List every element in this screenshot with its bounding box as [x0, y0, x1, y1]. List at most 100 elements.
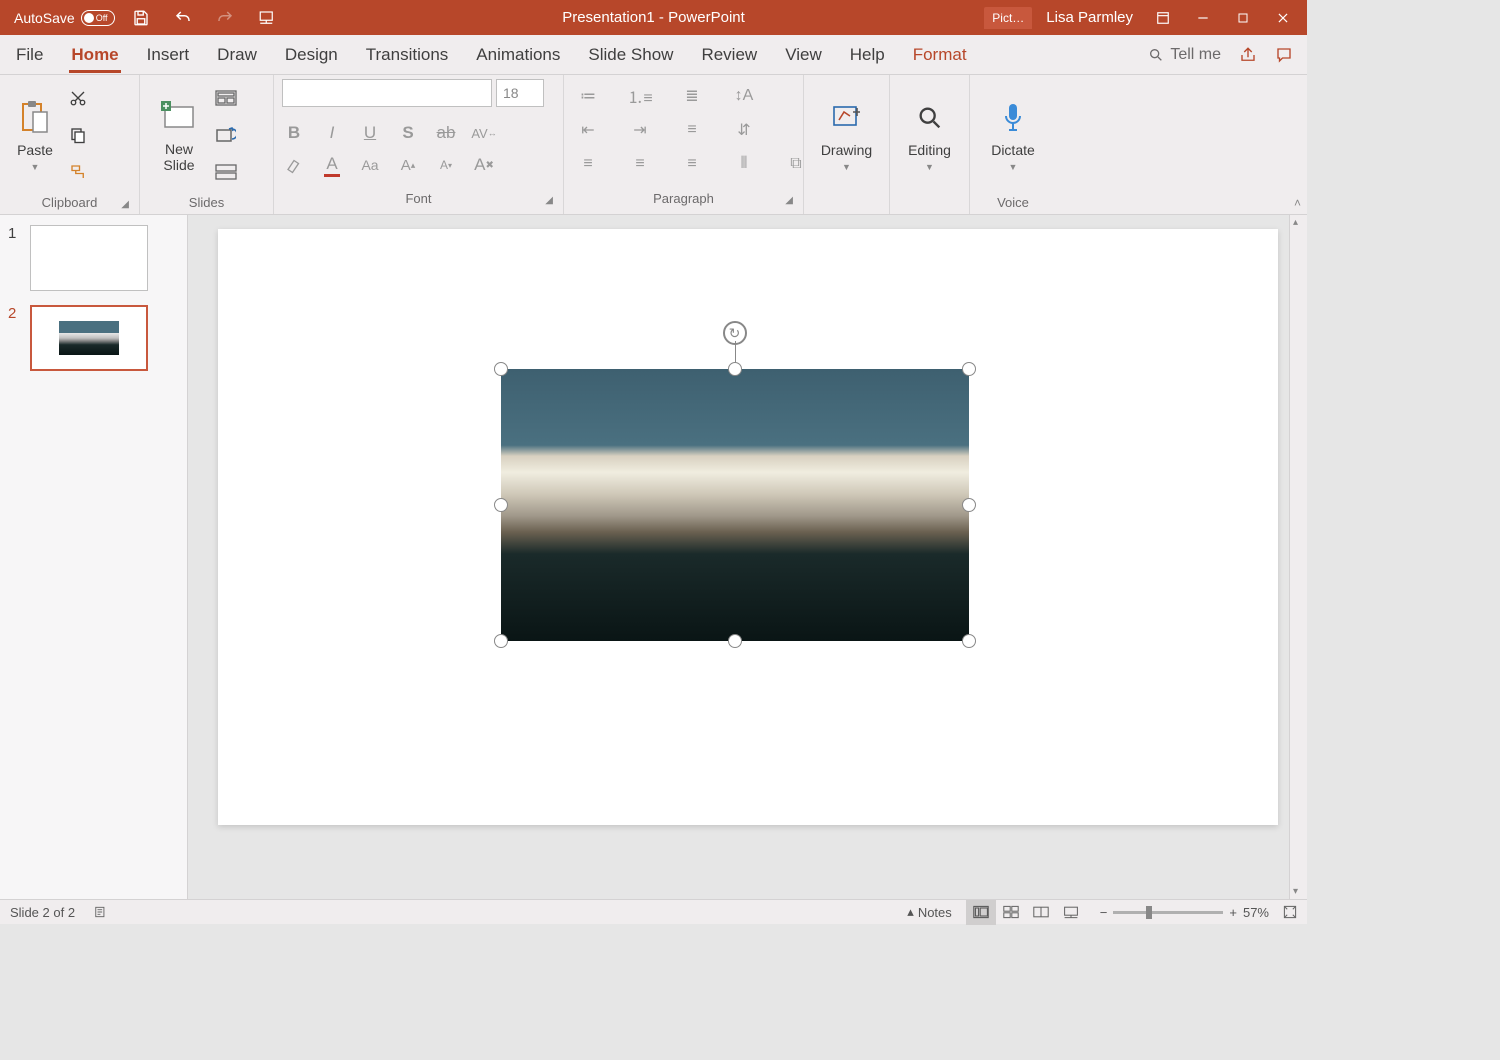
tab-format[interactable]: Format	[911, 37, 969, 73]
tab-transitions[interactable]: Transitions	[364, 37, 451, 73]
font-launcher-icon[interactable]: ◢	[545, 195, 553, 206]
highlight-color-button[interactable]	[282, 153, 306, 177]
increase-indent-button[interactable]: ⇥	[624, 118, 656, 142]
strikethrough-button[interactable]: ab	[434, 121, 458, 145]
clear-formatting-button[interactable]: A✖	[472, 153, 496, 177]
change-case-button[interactable]: Aa	[358, 153, 382, 177]
slide-thumbnail-panel[interactable]: 1 2	[0, 215, 188, 899]
font-size-input[interactable]: 18	[496, 79, 544, 107]
underline-button[interactable]: U	[358, 121, 382, 145]
section-icon[interactable]	[212, 159, 240, 185]
columns-button[interactable]: ⫴	[728, 152, 760, 176]
comments-icon[interactable]	[1275, 46, 1293, 64]
tab-insert[interactable]: Insert	[145, 37, 192, 73]
tab-review[interactable]: Review	[699, 37, 759, 73]
tell-me-search[interactable]: Tell me	[1148, 46, 1221, 64]
redo-icon[interactable]	[209, 0, 241, 35]
tab-design[interactable]: Design	[283, 37, 340, 73]
tab-view[interactable]: View	[783, 37, 824, 73]
ribbon-group-voice: Dictate ▼ Voice	[970, 75, 1056, 214]
zoom-in-button[interactable]: +	[1229, 905, 1237, 920]
zoom-out-button[interactable]: −	[1100, 905, 1108, 920]
share-icon[interactable]	[1239, 46, 1257, 64]
dictate-button[interactable]: Dictate ▼	[978, 79, 1048, 191]
layout-icon[interactable]	[212, 85, 240, 111]
autosave-toggle[interactable]: AutoSave Off	[14, 10, 115, 26]
shadow-button[interactable]: S	[396, 121, 420, 145]
start-from-beginning-icon[interactable]	[251, 0, 283, 35]
normal-view-button[interactable]	[966, 900, 996, 925]
resize-handle-bl[interactable]	[494, 634, 508, 648]
resize-handle-mr[interactable]	[962, 498, 976, 512]
align-center-button[interactable]: ≡	[624, 152, 656, 176]
grow-font-button[interactable]: A▴	[396, 153, 420, 177]
slideshow-view-button[interactable]	[1056, 900, 1086, 925]
fit-to-window-button[interactable]	[1283, 905, 1297, 919]
tab-help[interactable]: Help	[848, 37, 887, 73]
paste-button[interactable]: Paste ▼	[8, 79, 62, 191]
mountain-image[interactable]	[501, 369, 969, 641]
slide[interactable]: ↻	[218, 229, 1278, 825]
tab-file[interactable]: File	[14, 37, 45, 73]
italic-button[interactable]: I	[320, 121, 344, 145]
align-text-button[interactable]: ⇵	[728, 118, 760, 142]
resize-handle-bm[interactable]	[728, 634, 742, 648]
paragraph-launcher-icon[interactable]: ◢	[785, 195, 793, 206]
decrease-indent-button[interactable]: ⇤	[572, 118, 604, 142]
zoom-percent[interactable]: 57%	[1243, 905, 1269, 920]
slide-canvas-area[interactable]: ↻	[188, 215, 1307, 899]
notes-button[interactable]: ▴ Notes	[907, 904, 952, 920]
reading-view-button[interactable]	[1026, 900, 1056, 925]
ribbon-display-options-icon[interactable]	[1143, 0, 1183, 35]
ribbon-group-font: 18 B I U S ab AV↔ A Aa A▴ A▾ A✖ Font◢	[274, 75, 564, 214]
font-name-input[interactable]	[282, 79, 492, 107]
drawing-button[interactable]: Drawing ▼	[812, 79, 881, 191]
bullets-button[interactable]: ≔	[572, 84, 604, 108]
resize-handle-tl[interactable]	[494, 362, 508, 376]
thumbnail-slide-2[interactable]: 2	[8, 305, 179, 371]
thumbnail-slide-1[interactable]: 1	[8, 225, 179, 291]
tab-draw[interactable]: Draw	[215, 37, 259, 73]
picture-tools-context-tab[interactable]: Pict…	[984, 7, 1032, 29]
numbering-button[interactable]: ⒈≡	[624, 84, 656, 108]
new-slide-button[interactable]: New Slide	[148, 79, 210, 191]
zoom-slider[interactable]	[1113, 911, 1223, 914]
slide-sorter-view-button[interactable]	[996, 900, 1026, 925]
cut-icon[interactable]	[64, 85, 92, 111]
format-painter-icon[interactable]	[64, 159, 92, 185]
clipboard-launcher-icon[interactable]: ◢	[121, 199, 129, 210]
character-spacing-button[interactable]: AV↔	[472, 121, 496, 145]
resize-handle-br[interactable]	[962, 634, 976, 648]
copy-icon[interactable]	[64, 122, 92, 148]
zoom-control: − + 57%	[1100, 905, 1269, 920]
rotate-handle[interactable]: ↻	[723, 321, 747, 345]
collapse-ribbon-icon[interactable]: ˄	[1294, 196, 1301, 210]
resize-handle-tr[interactable]	[962, 362, 976, 376]
bold-button[interactable]: B	[282, 121, 306, 145]
line-spacing-button[interactable]: ≡	[676, 118, 708, 142]
font-color-button[interactable]: A	[320, 153, 344, 177]
save-icon[interactable]	[125, 0, 157, 35]
paste-icon	[19, 98, 51, 138]
user-name[interactable]: Lisa Parmley	[1036, 9, 1143, 26]
minimize-icon[interactable]	[1183, 0, 1223, 35]
resize-handle-tm[interactable]	[728, 362, 742, 376]
tab-animations[interactable]: Animations	[474, 37, 562, 73]
shrink-font-button[interactable]: A▾	[434, 153, 458, 177]
text-direction-button[interactable]: ↕A	[728, 84, 760, 108]
align-right-button[interactable]: ≡	[676, 152, 708, 176]
spell-check-icon[interactable]	[93, 905, 109, 919]
maximize-icon[interactable]	[1223, 0, 1263, 35]
selected-image[interactable]: ↻	[501, 369, 969, 641]
tab-slideshow[interactable]: Slide Show	[586, 37, 675, 73]
undo-icon[interactable]	[167, 0, 199, 35]
editing-button[interactable]: Editing ▼	[898, 79, 961, 191]
reset-icon[interactable]	[212, 122, 240, 148]
align-left-button[interactable]: ≡	[572, 152, 604, 176]
close-icon[interactable]	[1263, 0, 1303, 35]
resize-handle-ml[interactable]	[494, 498, 508, 512]
list-level-button[interactable]: ≣	[676, 84, 708, 108]
vertical-scrollbar[interactable]	[1289, 215, 1307, 899]
find-icon	[916, 98, 944, 138]
tab-home[interactable]: Home	[69, 37, 120, 73]
